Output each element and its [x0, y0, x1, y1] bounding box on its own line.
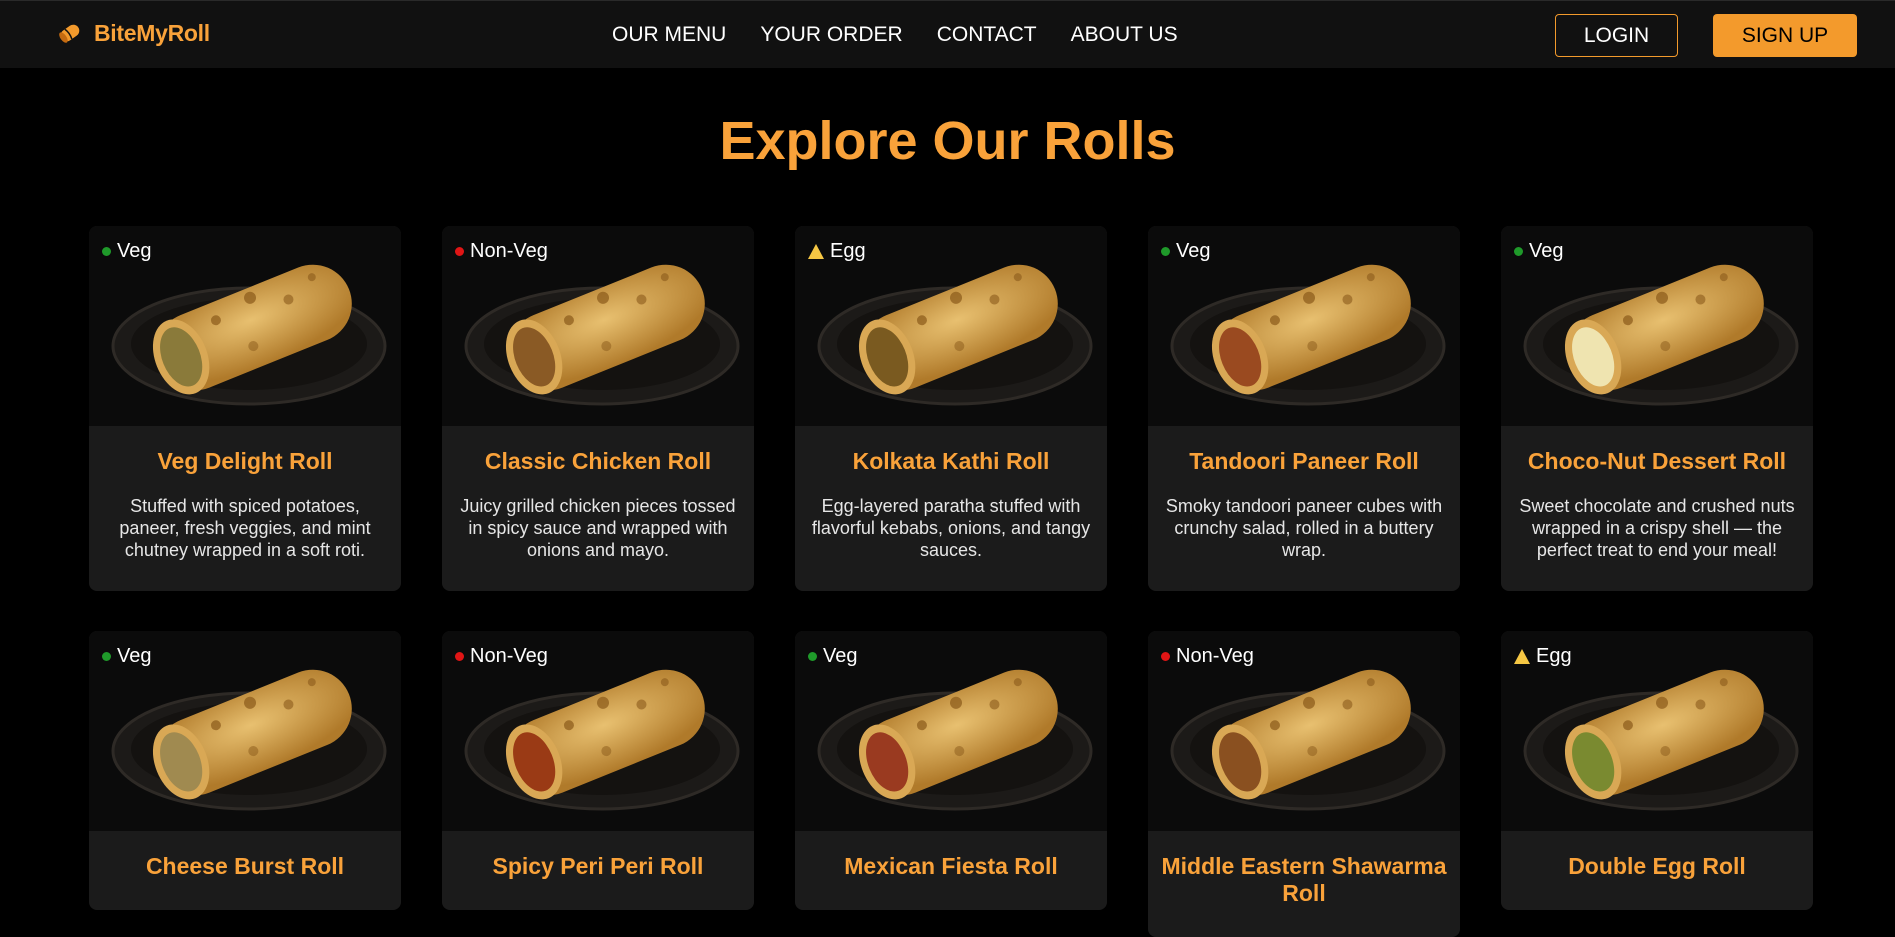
- veg-dot-icon: [102, 652, 111, 661]
- roll-card[interactable]: Veg Cheese Burst Roll: [89, 631, 401, 910]
- diet-label: Non-Veg: [470, 645, 548, 667]
- roll-image: Veg: [89, 226, 401, 426]
- diet-badge: Veg: [1161, 240, 1210, 263]
- nonveg-dot-icon: [455, 247, 464, 256]
- login-button[interactable]: LOGIN: [1555, 14, 1678, 57]
- rolls-grid: Veg Veg Delight Roll Stuffed with spiced p…: [89, 226, 1813, 937]
- diet-label: Veg: [1176, 240, 1211, 262]
- roll-image: Veg: [795, 631, 1107, 831]
- roll-card[interactable]: Veg Tandoori Paneer Roll Smoky tandoori pa…: [1148, 226, 1460, 591]
- roll-image: Egg: [1501, 631, 1813, 831]
- roll-description: Juicy grilled chicken pieces tossed in s…: [460, 496, 736, 560]
- roll-image: Non-Veg: [442, 631, 754, 831]
- brand-name: BiteMyRoll: [94, 19, 210, 46]
- nonveg-dot-icon: [455, 652, 464, 661]
- roll-card-body: Middle Eastern Shawarma Roll: [1148, 831, 1460, 937]
- roll-description: Smoky tandoori paneer cubes with crunchy…: [1165, 496, 1443, 560]
- nav-about-us[interactable]: ABOUT US: [1071, 23, 1178, 47]
- roll-title: Cheese Burst Roll: [145, 853, 345, 879]
- diet-label: Veg: [117, 645, 152, 667]
- diet-label: Egg: [830, 240, 866, 262]
- brand-logo[interactable]: BiteMyRoll: [54, 17, 210, 49]
- roll-card[interactable]: Veg Mexican Fiesta Roll: [795, 631, 1107, 910]
- veg-dot-icon: [1514, 247, 1523, 256]
- diet-label: Non-Veg: [470, 240, 548, 262]
- nav-our-menu[interactable]: OUR MENU: [612, 23, 726, 47]
- main-menu: OUR MENU YOUR ORDER CONTACT ABOUT US: [612, 23, 1178, 47]
- roll-title: Spicy Peri Peri Roll: [492, 853, 704, 879]
- diet-badge: Egg: [808, 240, 866, 263]
- roll-title: Classic Chicken Roll: [484, 448, 712, 474]
- roll-image: Egg: [795, 226, 1107, 426]
- roll-card[interactable]: Egg Double Egg Roll: [1501, 631, 1813, 910]
- diet-badge: Non-Veg: [1161, 645, 1254, 668]
- roll-title: Middle Eastern Shawarma Roll: [1161, 853, 1447, 906]
- signup-button[interactable]: SIGN UP: [1713, 14, 1857, 57]
- roll-image: Veg: [1501, 226, 1813, 426]
- top-navbar: BiteMyRoll OUR MENU YOUR ORDER CONTACT A…: [0, 0, 1895, 68]
- veg-dot-icon: [808, 652, 817, 661]
- nonveg-dot-icon: [1161, 652, 1170, 661]
- roll-card-body: Mexican Fiesta Roll: [795, 831, 1107, 910]
- diet-badge: Non-Veg: [455, 645, 548, 668]
- roll-title: Choco-Nut Dessert Roll: [1527, 448, 1787, 474]
- diet-label: Veg: [1529, 240, 1564, 262]
- roll-image: Non-Veg: [1148, 631, 1460, 831]
- roll-title: Mexican Fiesta Roll: [844, 853, 1058, 879]
- roll-image: Veg: [1148, 226, 1460, 426]
- nav-contact[interactable]: CONTACT: [937, 23, 1037, 47]
- roll-title: Double Egg Roll: [1568, 853, 1746, 879]
- diet-label: Egg: [1536, 645, 1572, 667]
- roll-card-body: Veg Delight Roll Stuffed with spiced pota…: [89, 426, 401, 591]
- roll-card-body: Cheese Burst Roll: [89, 831, 401, 910]
- page-title: Explore Our Rolls: [719, 111, 1176, 171]
- roll-card[interactable]: Non-Veg Middle Eastern Shawarma Roll: [1148, 631, 1460, 937]
- roll-image: Veg: [89, 631, 401, 831]
- roll-description: Egg-layered paratha stuffed with flavorf…: [811, 496, 1091, 560]
- roll-card-body: Kolkata Kathi Roll Egg-layered paratha st…: [795, 426, 1107, 591]
- diet-label: Veg: [823, 645, 858, 667]
- roll-title: Kolkata Kathi Roll: [852, 448, 1050, 474]
- roll-logo-icon: [59, 24, 80, 43]
- diet-label: Non-Veg: [1176, 645, 1254, 667]
- roll-card-body: Choco-Nut Dessert Roll Sweet chocolate an…: [1501, 426, 1813, 591]
- diet-label: Veg: [117, 240, 152, 262]
- veg-dot-icon: [102, 247, 111, 256]
- roll-card-body: Tandoori Paneer Roll Smoky tandoori panee…: [1148, 426, 1460, 591]
- diet-badge: Veg: [102, 240, 151, 263]
- roll-title: Tandoori Paneer Roll: [1189, 448, 1419, 474]
- diet-badge: Egg: [1514, 645, 1572, 668]
- veg-dot-icon: [1161, 247, 1170, 256]
- diet-badge: Veg: [1514, 240, 1563, 263]
- roll-card[interactable]: Non-Veg Classic Chicken Roll Juicy grilled…: [442, 226, 754, 591]
- roll-card-body: Classic Chicken Roll Juicy grilled chicke…: [442, 426, 754, 591]
- roll-card[interactable]: Veg Choco-Nut Dessert Roll Sweet chocolate…: [1501, 226, 1813, 591]
- roll-image: Non-Veg: [442, 226, 754, 426]
- diet-badge: Veg: [102, 645, 151, 668]
- diet-badge: Non-Veg: [455, 240, 548, 263]
- roll-card[interactable]: Egg Kolkata Kathi Roll Egg-layered paratha…: [795, 226, 1107, 591]
- roll-card[interactable]: Veg Veg Delight Roll Stuffed with spiced p…: [89, 226, 401, 591]
- roll-description: Stuffed with spiced potatoes, paneer, fr…: [119, 496, 371, 560]
- roll-card[interactable]: Non-Veg Spicy Peri Peri Roll: [442, 631, 754, 910]
- roll-title: Veg Delight Roll: [157, 448, 333, 474]
- roll-description: Sweet chocolate and crushed nuts wrapped…: [1519, 496, 1795, 560]
- egg-triangle-icon: [1514, 649, 1530, 664]
- diet-badge: Veg: [808, 645, 857, 668]
- egg-triangle-icon: [808, 244, 824, 259]
- roll-card-body: Spicy Peri Peri Roll: [442, 831, 754, 910]
- roll-card-body: Double Egg Roll: [1501, 831, 1813, 910]
- nav-your-order[interactable]: YOUR ORDER: [760, 23, 902, 47]
